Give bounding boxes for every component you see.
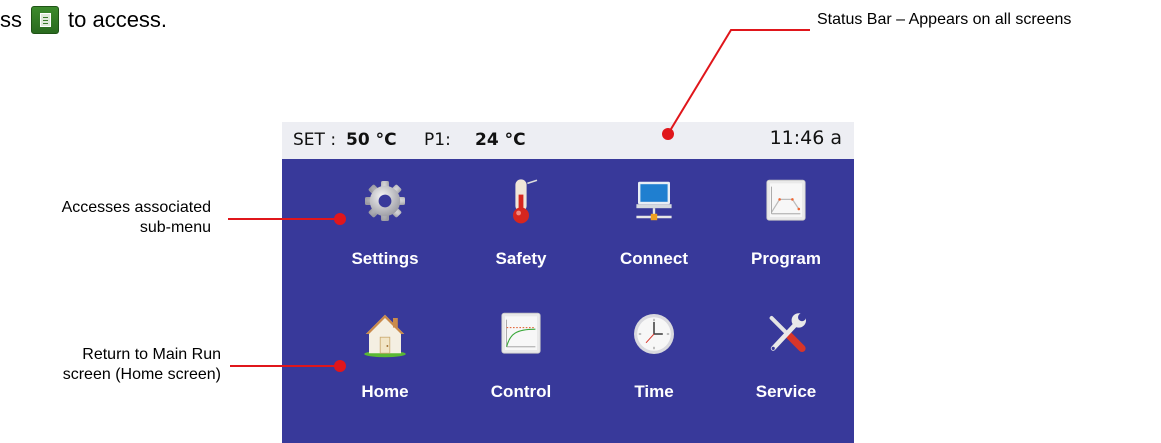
home-callout-line2: screen (Home screen) bbox=[62, 366, 221, 383]
instruction-prefix: ss bbox=[0, 7, 22, 32]
p1-label: P1: bbox=[424, 130, 451, 150]
controller-screen: SET : 50 °C P1: 24 °C 11:46 a Settings S… bbox=[282, 122, 854, 443]
clock-icon bbox=[634, 314, 674, 354]
home-callout-line1: Return to Main Run bbox=[82, 346, 221, 363]
program-graph-icon bbox=[766, 179, 806, 221]
p1-value: 24 °C bbox=[475, 130, 526, 150]
menu-item-label: Home bbox=[361, 382, 409, 401]
wrench-screwdriver-icon bbox=[769, 313, 806, 352]
control-graph-icon bbox=[501, 312, 541, 354]
set-label: SET : bbox=[293, 130, 337, 150]
menu-item-connect[interactable]: Connect bbox=[582, 159, 726, 269]
menu-item-settings[interactable]: Settings bbox=[313, 159, 457, 269]
thermometer-icon bbox=[513, 179, 538, 224]
home-callout: Return to Main Run screen (Home screen) bbox=[63, 345, 221, 385]
status-bar-callout: Status Bar – Appears on all screens bbox=[817, 11, 1072, 28]
menu-item-control[interactable]: Control bbox=[449, 292, 593, 402]
submenu-callout-line2: sub-menu bbox=[139, 219, 211, 236]
menu-item-program[interactable]: Program bbox=[714, 159, 854, 269]
menu-item-label: Control bbox=[490, 382, 552, 401]
menu-button-icon bbox=[31, 6, 59, 34]
gear-icon bbox=[365, 181, 405, 221]
menu-grid: Settings Safety Connect Program Home Con… bbox=[282, 159, 854, 443]
instruction-text: ss to access. bbox=[0, 6, 167, 34]
menu-item-label: Connect bbox=[620, 249, 688, 268]
menu-item-time[interactable]: Time bbox=[582, 292, 726, 402]
menu-item-label: Service bbox=[755, 382, 817, 401]
menu-item-label: Time bbox=[634, 382, 674, 401]
menu-item-label: Safety bbox=[495, 249, 547, 268]
set-value: 50 °C bbox=[346, 130, 397, 150]
menu-item-safety[interactable]: Safety bbox=[449, 159, 593, 269]
house-icon bbox=[364, 314, 406, 358]
menu-item-home[interactable]: Home bbox=[313, 292, 457, 402]
menu-item-label: Settings bbox=[351, 249, 419, 268]
submenu-callout-line1: Accesses associated bbox=[61, 199, 211, 216]
submenu-callout: Accesses associated sub-menu bbox=[62, 198, 211, 238]
instruction-suffix: to access. bbox=[68, 7, 168, 32]
menu-item-label: Program bbox=[751, 249, 821, 268]
menu-item-service[interactable]: Service bbox=[714, 292, 854, 402]
clock: 11:46 a bbox=[769, 127, 842, 149]
computer-network-icon bbox=[636, 181, 672, 221]
status-callout-leader bbox=[667, 29, 810, 135]
status-bar: SET : 50 °C P1: 24 °C 11:46 a bbox=[282, 122, 854, 159]
